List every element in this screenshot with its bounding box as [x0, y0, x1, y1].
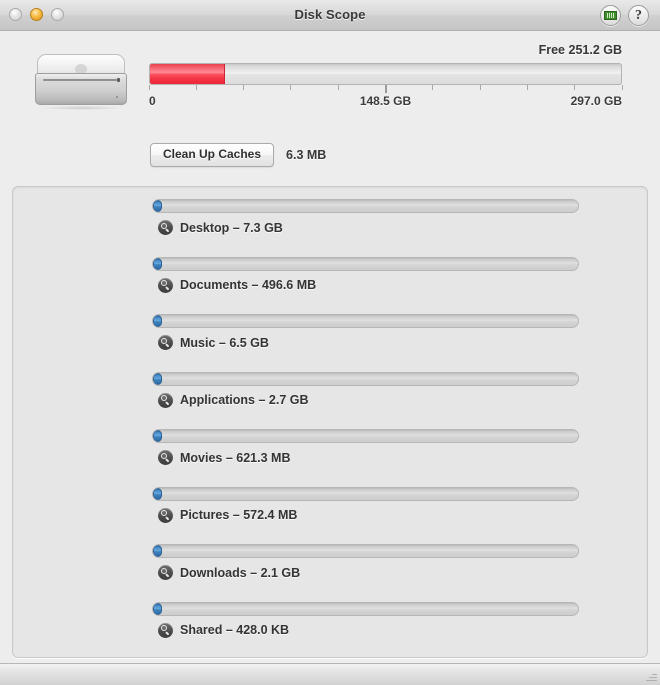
folder-label-row: Desktop – 7.3 GB — [158, 220, 283, 235]
folder-label: Shared – 428.0 KB — [180, 623, 290, 637]
gauge-axis-min: 0 — [149, 94, 156, 108]
folder-label-row: Downloads – 2.1 GB — [158, 565, 300, 580]
folder-usage-bar — [152, 256, 579, 271]
magnifying-glass-icon[interactable] — [158, 450, 173, 465]
magnifying-glass-icon[interactable] — [158, 622, 173, 638]
folder-row[interactable]: Downloads – 2.1 GB — [13, 532, 647, 590]
gauge-tick — [479, 85, 481, 90]
gauge-used-fill — [150, 64, 226, 84]
cleanup-row: Clean Up Caches 6.3 MB — [150, 143, 326, 167]
gauge-tick — [384, 85, 387, 93]
memory-module-icon — [604, 11, 617, 20]
folder-usage-fill — [153, 200, 163, 212]
folder-label-row: Music – 6.5 GB — [158, 335, 269, 350]
folder-usage-fill — [153, 257, 163, 270]
titlebar-actions: ? — [600, 5, 649, 26]
folder-label: Applications – 2.7 GB — [180, 393, 309, 407]
folder-label-row: Movies – 621.3 MB — [158, 450, 290, 465]
folder-usage-bar — [152, 429, 579, 443]
titlebar[interactable]: Disk Scope ? — [0, 0, 660, 31]
folder-usage-bar — [152, 486, 579, 501]
folder-row[interactable]: Applications – 2.7 GB — [13, 360, 647, 418]
gauge-ticks — [148, 85, 623, 93]
folder-row[interactable]: Documents – 496.6 MB — [13, 245, 647, 303]
folder-usage-fill — [153, 545, 163, 557]
gauge-tick — [290, 85, 292, 90]
folder-label-row: Documents – 496.6 MB — [158, 277, 317, 293]
magnifying-glass-icon[interactable] — [158, 335, 173, 350]
folder-label: Documents – 496.6 MB — [180, 278, 317, 292]
folder-row[interactable]: Desktop – 7.3 GB — [13, 187, 647, 245]
help-icon: ? — [635, 7, 642, 23]
gauge-tick — [432, 85, 434, 90]
disk-capacity-gauge: 0 148.5 GB 297.0 GB — [148, 63, 623, 110]
gauge-tick — [148, 85, 150, 90]
gauge-axis-labels: 0 148.5 GB 297.0 GB — [149, 94, 622, 110]
gauge-tick — [195, 85, 197, 90]
clean-up-caches-button[interactable]: Clean Up Caches — [150, 143, 275, 167]
folder-row[interactable]: Shared – 428.0 KB — [13, 590, 647, 648]
folder-usage-bar — [152, 199, 579, 213]
resize-grip-icon[interactable] — [645, 670, 657, 682]
magnifying-glass-icon[interactable] — [158, 277, 173, 293]
folder-usage-fill — [153, 372, 163, 385]
folder-label-row: Shared – 428.0 KB — [158, 622, 290, 638]
folder-usage-fill — [153, 430, 163, 442]
folder-usage-bar — [152, 371, 579, 386]
gauge-tick — [526, 85, 528, 90]
folder-list[interactable]: Desktop – 7.3 GB Documents – 496.6 MB Musi… — [13, 187, 647, 657]
magnifying-glass-icon[interactable] — [158, 220, 173, 235]
folder-usage-fill — [153, 487, 163, 500]
disk-scope-window: Disk Scope ? Free 251.2 GB 0 148.5 GB 29… — [0, 0, 660, 685]
gauge-axis-max: 297.0 GB — [570, 94, 622, 108]
cache-size-label: 6.3 MB — [286, 148, 327, 162]
mac-mini-icon — [32, 48, 130, 110]
memory-button[interactable] — [600, 5, 621, 26]
folder-label: Desktop – 7.3 GB — [180, 220, 283, 235]
gauge-track — [149, 63, 622, 85]
folder-row[interactable]: Movies – 621.3 MB — [13, 417, 647, 475]
folder-list-panel: Desktop – 7.3 GB Documents – 496.6 MB Musi… — [12, 186, 648, 658]
gauge-tick — [243, 85, 245, 90]
folder-label-row: Applications – 2.7 GB — [158, 392, 309, 408]
folder-row[interactable]: Music – 6.5 GB — [13, 302, 647, 360]
folder-usage-fill — [153, 315, 163, 327]
folder-usage-bar — [152, 544, 579, 558]
folder-label: Music – 6.5 GB — [180, 335, 269, 350]
gauge-tick — [337, 85, 339, 90]
magnifying-glass-icon[interactable] — [158, 565, 173, 580]
disk-summary-section: Free 251.2 GB 0 148.5 GB 297.0 GB Clean … — [0, 31, 660, 186]
help-button[interactable]: ? — [628, 5, 649, 26]
magnifying-glass-icon[interactable] — [158, 507, 173, 523]
free-space-label: Free 251.2 GB — [538, 43, 622, 57]
folder-label-row: Pictures – 572.4 MB — [158, 507, 298, 523]
folder-usage-fill — [153, 602, 163, 615]
folder-usage-bar — [152, 314, 579, 328]
folder-row[interactable]: Pictures – 572.4 MB — [13, 475, 647, 533]
gauge-tick — [621, 85, 623, 90]
folder-label: Pictures – 572.4 MB — [180, 508, 298, 522]
folder-label: Movies – 621.3 MB — [180, 450, 291, 465]
gauge-axis-mid: 148.5 GB — [359, 94, 412, 108]
magnifying-glass-icon[interactable] — [158, 392, 173, 408]
gauge-tick — [574, 85, 576, 90]
window-title: Disk Scope — [294, 7, 366, 22]
status-bar — [0, 663, 660, 685]
folder-usage-bar — [152, 601, 579, 616]
folder-label: Downloads – 2.1 GB — [180, 565, 301, 580]
